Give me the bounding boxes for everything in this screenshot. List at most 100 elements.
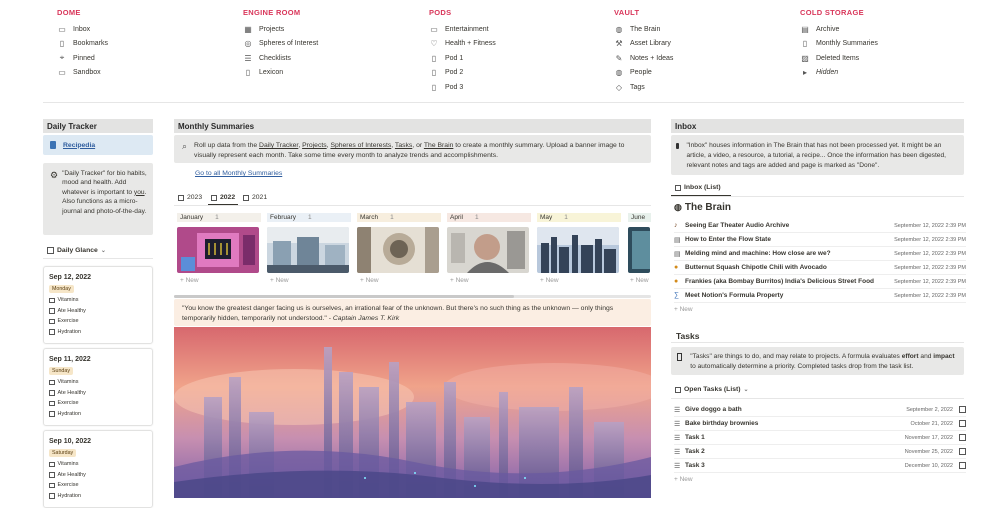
month-new-button[interactable]: + New: [450, 277, 469, 284]
nav-item[interactable]: ▯ Bookmarks: [57, 37, 232, 52]
inbox-list-view-tab[interactable]: Inbox (List): [675, 184, 721, 191]
month-cover-image[interactable]: [357, 227, 439, 273]
nav-item[interactable]: ☰ Checklists: [243, 51, 418, 66]
checkbox[interactable]: [49, 379, 55, 385]
task-checkbox[interactable]: [959, 434, 966, 441]
recipedia-link[interactable]: Recipedia: [43, 135, 153, 155]
daily-card[interactable]: Sep 10, 2022 Saturday Vitamins Ate Health…: [43, 430, 153, 508]
check-item[interactable]: Hydration: [49, 409, 147, 420]
open-tasks-view-tab[interactable]: Open Tasks (List) ⌄: [675, 386, 749, 393]
check-item[interactable]: Hydration: [49, 327, 147, 338]
link-projects[interactable]: Projects: [302, 142, 327, 149]
month-group-february[interactable]: February 1: [267, 213, 351, 222]
inbox-row[interactable]: ▤ How to Enter the Flow State September …: [674, 233, 966, 247]
month-group-march[interactable]: March 1: [357, 213, 441, 222]
nav-item[interactable]: ▯ Pod 1: [429, 51, 604, 66]
task-checkbox[interactable]: [959, 406, 966, 413]
daily-card[interactable]: Sep 11, 2022 Sunday Vitamins Ate Healthy E…: [43, 348, 153, 426]
task-row-title: Task 2: [685, 448, 705, 455]
task-row[interactable]: ☰ Give doggo a bath September 2, 2022: [674, 403, 966, 417]
nav-item[interactable]: ▯ Pod 3: [429, 80, 604, 95]
checkbox[interactable]: [49, 411, 55, 417]
check-item[interactable]: Vitamins: [49, 459, 147, 470]
check-item[interactable]: Ate Healthy: [49, 470, 147, 481]
task-checkbox[interactable]: [959, 462, 966, 469]
nav-item[interactable]: ▭ Sandbox: [57, 66, 232, 81]
month-new-button[interactable]: + New: [360, 277, 379, 284]
nav-item[interactable]: ✎ Notes + Ideas: [614, 51, 789, 66]
nav-item[interactable]: ▨ Deleted Items: [800, 51, 975, 66]
check-item[interactable]: Exercise: [49, 316, 147, 327]
month-new-button[interactable]: + New: [180, 277, 199, 284]
month-cover-image[interactable]: [177, 227, 259, 273]
daily-card[interactable]: Sep 12, 2022 Monday Vitamins Ate Healthy E…: [43, 266, 153, 344]
task-checkbox[interactable]: [959, 420, 966, 427]
horizontal-scrollbar[interactable]: [174, 295, 651, 298]
nav-item[interactable]: ▯ Pod 2: [429, 66, 604, 81]
goto-monthly-link[interactable]: Go to all Monthly Summaries: [195, 170, 282, 177]
link-tasks[interactable]: Tasks: [395, 142, 412, 149]
month-new-button[interactable]: + New: [540, 277, 559, 284]
month-cover-image[interactable]: [267, 227, 349, 273]
nav-item[interactable]: ◍ People: [614, 66, 789, 81]
task-row[interactable]: ☰ Task 2 November 25, 2022: [674, 445, 966, 459]
link-spheres[interactable]: Spheres of Interests: [330, 142, 391, 149]
inbox-row[interactable]: ● Butternut Squash Chipotle Chili with A…: [674, 261, 966, 275]
month-cover-image[interactable]: [537, 227, 619, 273]
checkbox[interactable]: [49, 329, 55, 335]
month-group-january[interactable]: January 1: [177, 213, 261, 222]
task-checkbox[interactable]: [959, 448, 966, 455]
check-item[interactable]: Exercise: [49, 480, 147, 491]
task-row[interactable]: ☰ Bake birthday brownies October 21, 202…: [674, 417, 966, 431]
link-daily-tracker[interactable]: Daily Tracker: [259, 142, 298, 149]
task-row[interactable]: ☰ Task 3 December 10, 2022: [674, 459, 966, 473]
nav-item[interactable]: ▭ Inbox: [57, 22, 232, 37]
check-item[interactable]: Ate Healthy: [49, 388, 147, 399]
inbox-row[interactable]: ● Frankies (aka Bombay Burritos) India's…: [674, 275, 966, 289]
nav-item[interactable]: ▯ Lexicon: [243, 66, 418, 81]
checkbox[interactable]: [49, 308, 55, 314]
nav-item[interactable]: ▸ Hidden: [800, 66, 975, 81]
month-new-button[interactable]: + New: [630, 277, 649, 284]
checkbox[interactable]: [49, 461, 55, 467]
task-row[interactable]: ☰ Task 1 November 17, 2022: [674, 431, 966, 445]
check-item[interactable]: Vitamins: [49, 295, 147, 306]
checkbox[interactable]: [49, 400, 55, 406]
checkbox[interactable]: [49, 472, 55, 478]
link-the-brain[interactable]: The Brain: [424, 142, 453, 149]
month-cover-image[interactable]: [628, 227, 650, 273]
month-group-may[interactable]: May 1: [537, 213, 621, 222]
check-item[interactable]: Ate Healthy: [49, 306, 147, 317]
nav-item[interactable]: ▤ Archive: [800, 22, 975, 37]
tab-year-2023[interactable]: 2023: [178, 194, 202, 201]
check-item[interactable]: Vitamins: [49, 377, 147, 388]
daily-glance-view[interactable]: Daily Glance ⌄: [47, 247, 106, 254]
checkbox[interactable]: [49, 482, 55, 488]
daily-tracker-header: Daily Tracker: [43, 119, 153, 133]
inbox-row[interactable]: ∑ Meet Notion's Formula Property Septemb…: [674, 289, 966, 303]
tab-year-2021[interactable]: 2021: [243, 194, 267, 201]
nav-item[interactable]: ⚒ Asset Library: [614, 37, 789, 52]
nav-item[interactable]: ⌖ Pinned: [57, 51, 232, 66]
nav-item[interactable]: ◍ The Brain: [614, 22, 789, 37]
nav-item[interactable]: ◎ Spheres of Interest: [243, 37, 418, 52]
nav-item[interactable]: ▯ Monthly Summaries: [800, 37, 975, 52]
nav-item[interactable]: ♡ Health + Fitness: [429, 37, 604, 52]
checkbox[interactable]: [49, 390, 55, 396]
tasks-new-button[interactable]: + New: [674, 476, 693, 483]
nav-item[interactable]: ▭ Entertainment: [429, 22, 604, 37]
month-group-june[interactable]: June: [628, 213, 651, 222]
checkbox[interactable]: [49, 297, 55, 303]
month-new-button[interactable]: + New: [270, 277, 289, 284]
check-item[interactable]: Hydration: [49, 491, 147, 502]
check-item[interactable]: Exercise: [49, 398, 147, 409]
nav-item[interactable]: ◇ Tags: [614, 80, 789, 95]
inbox-row[interactable]: ▤ Melding mind and machine: How close ar…: [674, 247, 966, 261]
inbox-row[interactable]: ♪ Seeing Ear Theater Audio Archive Septe…: [674, 219, 966, 233]
inbox-new-button[interactable]: + New: [674, 306, 693, 313]
tab-year-2022[interactable]: 2022: [211, 194, 235, 201]
checkbox[interactable]: [49, 318, 55, 324]
month-cover-image[interactable]: [447, 227, 529, 273]
nav-item[interactable]: ▦ Projects: [243, 22, 418, 37]
month-group-april[interactable]: April 1: [447, 213, 531, 222]
